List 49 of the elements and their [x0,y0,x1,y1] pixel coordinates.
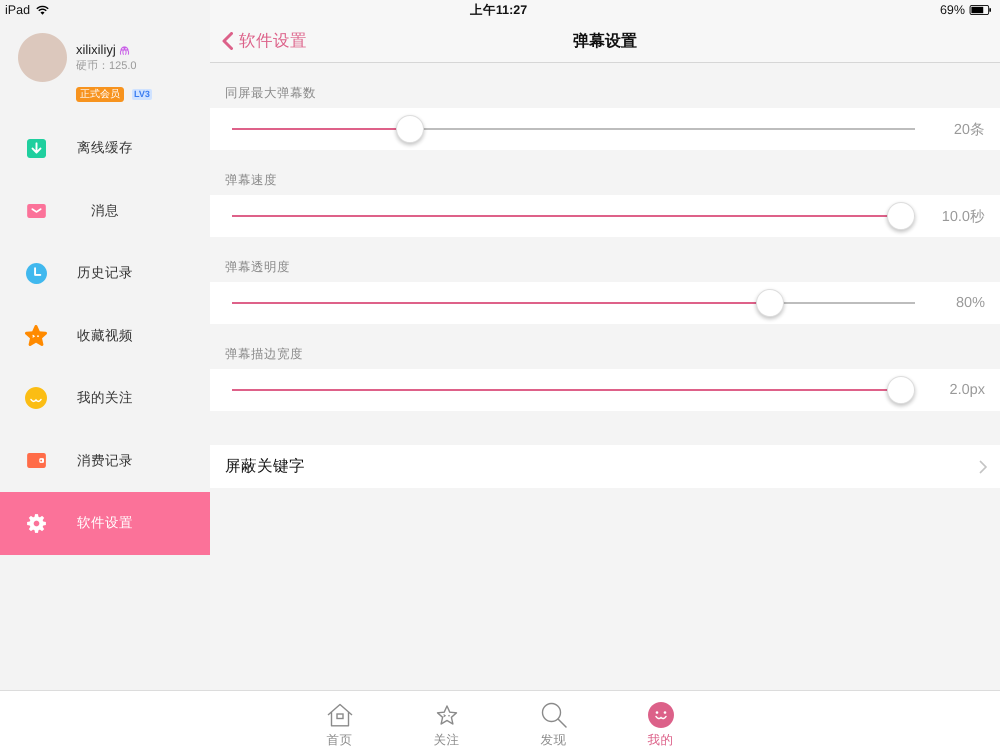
slider-value: 2.0px [948,382,985,398]
face-icon[interactable] [648,702,674,728]
slider-value: 10.0秒 [940,208,985,226]
section-label: 弹幕描边宽度 [225,347,303,361]
section-label: 同屏最大弹幕数 [225,86,316,100]
sidebar-item[interactable]: 历史记录 [0,242,210,304]
tab-item[interactable]: 发现 [534,691,572,747]
member-badge: 正式会员 [76,87,124,102]
avatar-placeholder [18,33,67,82]
keyword-filter-row[interactable]: 屏蔽关键字 [210,445,1000,488]
device-name: iPad [5,3,30,17]
smile-icon [25,387,47,410]
section-label: 弹幕透明度 [225,260,290,274]
slider-thumb[interactable] [887,376,915,404]
slider-track[interactable] [232,202,915,230]
star-face-icon[interactable] [434,704,458,726]
slider-value: 80% [954,295,985,311]
username: xilixiliyj [76,42,116,57]
slider-thumb[interactable] [756,289,784,317]
slider-thumb[interactable] [396,115,424,143]
slider-track[interactable] [232,289,915,317]
octopus-icon [118,44,130,54]
sidebar-item[interactable]: 离线缓存 [0,117,210,180]
section-label: 弹幕速度 [225,173,277,187]
settings-icon [26,514,46,533]
battery-icon [969,5,992,15]
chevron-right-icon[interactable] [979,460,987,474]
coin-balance: 硬币：125.0 [76,60,138,73]
sidebar-item[interactable]: 消费记录 [0,430,210,492]
sidebar-item[interactable]: 消息 [0,180,210,242]
page-title: 弹幕设置 [573,31,637,52]
clock-time: 上午11:27 [470,2,528,18]
slider-track[interactable] [232,115,915,143]
slider-thumb[interactable] [887,202,915,230]
search-icon[interactable] [540,702,566,728]
clock-icon [26,262,46,284]
back-chevron-icon[interactable] [222,32,233,50]
wifi-icon [36,5,50,15]
slider-value: 20条 [952,120,985,138]
mail-icon [26,204,46,218]
download-icon [26,138,46,158]
battery-percent: 69% [940,3,965,17]
sidebar-item[interactable]: 收藏视频 [0,304,210,367]
slider-track[interactable] [232,376,915,404]
home-icon[interactable] [326,703,352,727]
level-badge: LV3 [132,89,152,100]
wallet-icon [26,453,46,468]
sidebar-item[interactable]: 我的关注 [0,367,210,430]
star-face-icon [25,325,47,346]
